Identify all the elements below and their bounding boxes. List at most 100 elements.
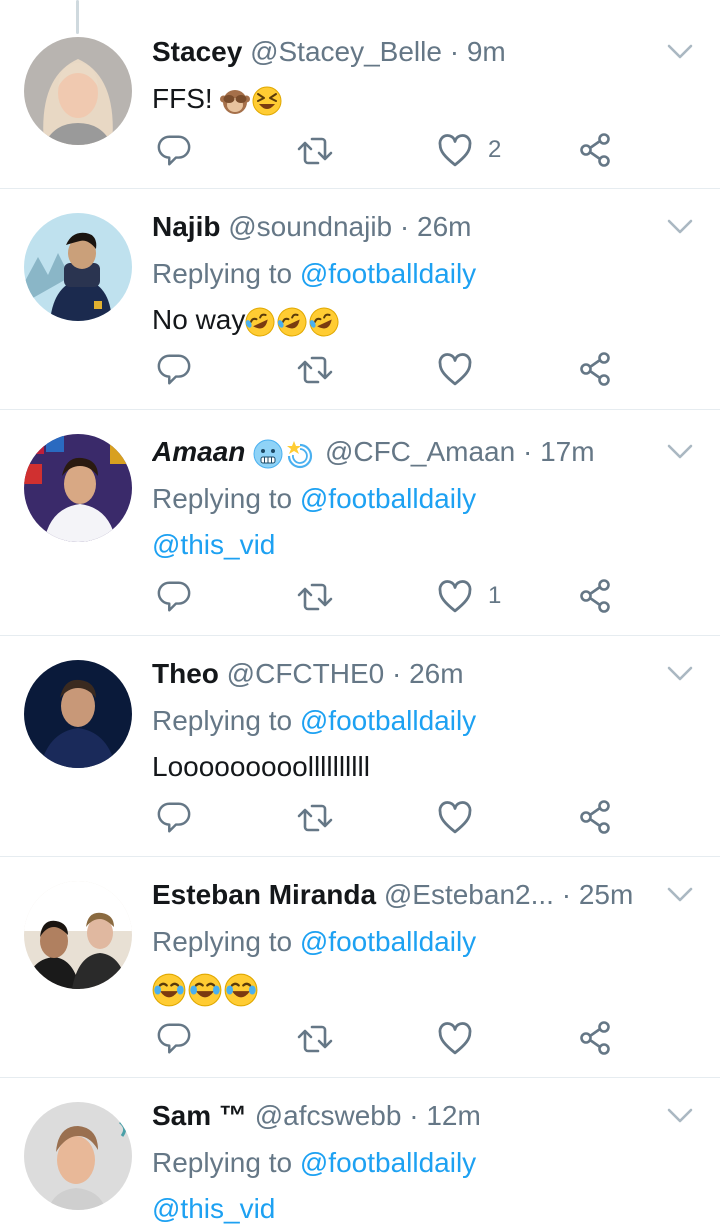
user-handle[interactable]: @soundnajib [228, 211, 392, 242]
tweet-text[interactable]: @this_vid [152, 522, 660, 568]
tears-of-joy-emoji [188, 972, 222, 1007]
like-button[interactable] [438, 797, 488, 837]
retweet-button[interactable] [296, 130, 334, 170]
like-button[interactable] [438, 349, 488, 389]
separator: · [399, 211, 410, 242]
share-button[interactable] [578, 797, 612, 837]
avatar[interactable] [24, 37, 132, 145]
avatar[interactable] [24, 660, 132, 768]
timestamp[interactable]: 17m [540, 436, 594, 467]
user-handle[interactable]: @CFC_Amaan [325, 436, 515, 467]
tweet-card[interactable]: Esteban Miranda @Esteban2... · 25m Reply… [0, 857, 720, 1078]
laughing-squint-emoji [252, 85, 283, 116]
tweet-card[interactable]: Sam ™ @afcswebb · 12m Replying to @footb… [0, 1078, 720, 1228]
display-name[interactable]: Sam ™ [152, 1100, 247, 1131]
rofl-emoji [277, 306, 308, 337]
share-button[interactable] [578, 576, 612, 616]
like-button[interactable]: 2 [438, 130, 501, 170]
avatar[interactable] [24, 1102, 132, 1210]
display-name[interactable]: Esteban Miranda [152, 879, 376, 910]
retweet-button[interactable] [296, 797, 334, 837]
reply-icon [157, 354, 191, 385]
reply-button[interactable] [156, 576, 192, 616]
replying-to-mention[interactable]: @footballdaily [300, 483, 476, 514]
tweet-text: FFS! [152, 76, 660, 122]
display-name[interactable]: Najib [152, 211, 220, 242]
tweet-card[interactable]: Najib @soundnajib · 26m Replying to @foo… [0, 189, 720, 410]
chevron-down-icon[interactable] [666, 664, 694, 684]
timestamp[interactable]: 9m [467, 36, 506, 67]
heart-icon [438, 801, 472, 834]
tweet-card[interactable]: Theo @CFCTHE0 · 26m Replying to @footbal… [0, 636, 720, 857]
see-no-evil-monkey-emoji [220, 89, 251, 114]
like-button[interactable]: 1 [438, 576, 501, 616]
replying-to-mention[interactable]: @footballdaily [300, 705, 476, 736]
like-count: 2 [488, 136, 502, 163]
tweet-header: Sam ™ @afcswebb · 12m [152, 1092, 660, 1140]
like-button[interactable] [438, 1018, 488, 1058]
chevron-down-icon[interactable] [666, 1106, 694, 1126]
share-button[interactable] [578, 349, 612, 389]
reply-button[interactable] [156, 1018, 192, 1058]
tears-of-joy-emoji [152, 972, 186, 1007]
timestamp[interactable]: 25m [579, 879, 633, 910]
heart-icon [438, 353, 472, 386]
chevron-down-icon[interactable] [666, 885, 694, 905]
retweet-button[interactable] [296, 1018, 334, 1058]
replying-to-label: Replying to [152, 483, 293, 514]
replying-to-label: Replying to [152, 1147, 293, 1178]
replying-to-label: Replying to [152, 926, 293, 957]
share-button[interactable] [578, 130, 612, 170]
separator: · [392, 658, 402, 689]
user-handle[interactable]: @afcswebb [255, 1100, 402, 1131]
cold-face-emoji [253, 439, 283, 469]
replying-to-mention[interactable]: @footballdaily [300, 258, 476, 289]
display-name[interactable]: Stacey [152, 36, 242, 67]
tweet-header: Theo @CFCTHE0 · 26m [152, 650, 660, 698]
replying-to-mention[interactable]: @footballdaily [300, 1147, 476, 1178]
reply-icon [157, 1023, 191, 1054]
dizzy-emoji [286, 439, 313, 468]
chevron-down-icon[interactable] [666, 42, 694, 62]
reply-button[interactable] [156, 130, 192, 170]
tweet-text [152, 965, 660, 1011]
retweet-button[interactable] [296, 349, 334, 389]
separator: · [409, 1100, 419, 1131]
like-count: 1 [488, 582, 502, 609]
replying-to-mention[interactable]: @footballdaily [300, 926, 476, 957]
display-name[interactable]: Theo [152, 658, 219, 689]
share-icon [580, 800, 610, 834]
tweet-text[interactable]: @this_vid [152, 1186, 660, 1228]
timestamp[interactable]: 12m [426, 1100, 480, 1131]
replying-to: Replying to @footballdaily [152, 1140, 660, 1186]
avatar[interactable] [24, 881, 132, 989]
chevron-down-icon[interactable] [666, 442, 694, 462]
timestamp[interactable]: 26m [409, 658, 463, 689]
heart-icon [438, 580, 472, 613]
timestamp[interactable]: 26m [417, 211, 471, 242]
tweet-text: No way [152, 297, 660, 343]
tweet-header: Najib @soundnajib · 26m [152, 203, 660, 251]
tweet-card[interactable]: Amaan @CFC_Amaan · 17m Replying to @foot… [0, 410, 720, 636]
user-handle[interactable]: @Esteban2... [384, 879, 554, 910]
tweet-card[interactable]: Stacey @Stacey_Belle · 9m FFS! 2 [0, 0, 720, 189]
reply-button[interactable] [156, 349, 192, 389]
user-handle[interactable]: @Stacey_Belle [250, 36, 442, 67]
user-handle[interactable]: @CFCTHE0 [227, 658, 385, 689]
avatar[interactable] [24, 213, 132, 321]
retweet-button[interactable] [296, 576, 334, 616]
share-icon [580, 1021, 610, 1055]
chevron-down-icon[interactable] [666, 217, 694, 237]
tears-of-joy-emoji [224, 972, 258, 1007]
display-name[interactable]: Amaan [152, 436, 245, 467]
share-icon [580, 579, 610, 613]
tweet-header: Amaan @CFC_Amaan · 17m [152, 428, 660, 476]
share-button[interactable] [578, 1018, 612, 1058]
separator: · [561, 879, 572, 910]
retweet-icon [297, 583, 333, 611]
retweet-icon [297, 356, 333, 384]
reply-button[interactable] [156, 797, 192, 837]
replying-to: Replying to @footballdaily [152, 919, 660, 965]
avatar[interactable] [24, 434, 132, 542]
tweet-feed: Stacey @Stacey_Belle · 9m FFS! 2 Najib @… [0, 0, 720, 1228]
